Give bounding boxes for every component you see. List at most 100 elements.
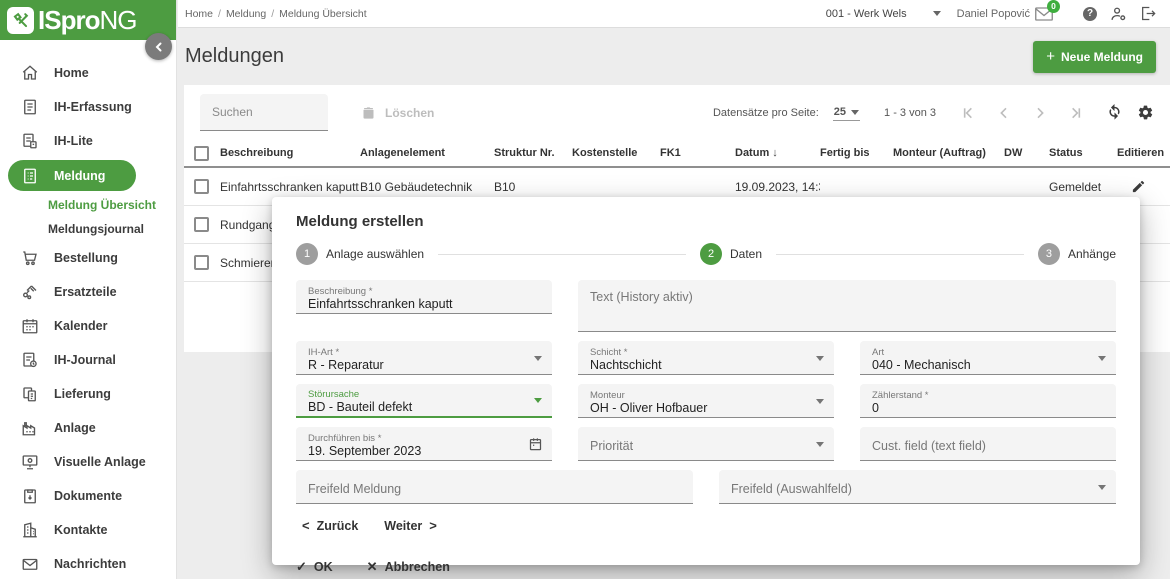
sidebar-item-lieferung[interactable]: Lieferung [0,377,176,411]
sidebar-item-anlage[interactable]: Anlage [0,411,176,445]
col-monteur[interactable]: Monteur (Auftrag) [893,147,1004,159]
sidebar-item-label: Kalender [54,319,108,333]
row-checkbox[interactable] [194,255,209,270]
row-checkbox[interactable] [194,217,209,232]
plant-selector[interactable]: 001 - Werk Wels [826,8,941,20]
monteur-select[interactable]: Monteur OH - Oliver Hofbauer [578,384,834,418]
table-header-row: Beschreibung Anlagenelement Struktur Nr.… [184,140,1170,168]
chevron-down-icon [534,398,542,403]
row-checkbox[interactable] [194,179,209,194]
first-page-icon[interactable] [960,105,976,121]
schicht-select[interactable]: Schicht * Nachtschicht [578,341,834,375]
next-page-icon[interactable] [1032,105,1048,121]
col-struktur-nr[interactable]: Struktur Nr. [494,147,572,159]
sidebar: ISproNG Home IH-Erfassung IH-Lite Meldun… [0,0,177,579]
user-menu[interactable]: Daniel Popović 0 [956,0,1060,21]
ih-art-select[interactable]: IH-Art * R - Reparatur [296,341,552,375]
delete-button[interactable]: Löschen [361,105,434,121]
sidebar-subitem-meldung-uebersicht[interactable]: Meldung Übersicht [0,193,176,217]
beschreibung-field[interactable]: Beschreibung * Einfahrtsschranken kaputt [296,280,552,314]
select-all-checkbox[interactable] [194,145,209,161]
breadcrumb-meldung[interactable]: Meldung [226,8,266,20]
freifeld-meldung-input[interactable]: Freifeld Meldung [296,470,693,504]
text-history-field[interactable]: Text (History aktiv) [578,280,1116,332]
cust-field-input[interactable]: Cust. field (text field) [860,427,1116,461]
sidebar-item-home[interactable]: Home [0,56,176,90]
tools-logo-icon [7,6,34,34]
chevron-down-icon [816,355,824,361]
sidebar-item-label: Nachrichten [54,557,127,571]
breadcrumb-home[interactable]: Home [185,8,213,20]
cart-icon [23,251,37,266]
sidebar-item-ih-lite[interactable]: IH-Lite [0,124,176,158]
step-anlage-auswaehlen[interactable]: 1 Anlage auswählen [296,243,424,265]
new-meldung-button[interactable]: + Neue Meldung [1033,40,1156,73]
logout-icon[interactable] [1140,6,1156,21]
step-label: Anlage auswählen [326,247,425,261]
calendar-icon[interactable] [528,436,543,452]
sidebar-item-label: Kontakte [54,523,108,537]
report-icon [24,168,36,183]
chevron-right-icon: > [429,518,437,533]
col-fertig-bis[interactable]: Fertig bis [820,147,893,159]
close-icon: ✕ [366,559,378,574]
user-name: Daniel Popović [956,7,1030,20]
edit-pencil-icon[interactable] [1131,179,1146,194]
freifeld-auswahlfeld-select[interactable]: Freifeld (Auswahlfeld) [719,470,1116,504]
breadcrumb-current: Meldung Übersicht [279,7,367,20]
col-status[interactable]: Status [1049,147,1117,159]
page-title: Meldungen [185,45,284,67]
step-daten[interactable]: 2 Daten [700,243,762,265]
next-button[interactable]: Weiter > [384,518,437,533]
sidebar-item-nachrichten[interactable]: Nachrichten [0,547,176,579]
cell-beschreibung: Einfahrtsschranken kaputt [220,179,359,194]
col-fk1[interactable]: FK1 [660,147,735,159]
back-button[interactable]: < Zurück [302,518,358,533]
cancel-button[interactable]: ✕ Abbrechen [367,559,450,575]
sidebar-item-label: Lieferung [54,387,111,401]
sidebar-item-meldung[interactable]: Meldung [8,160,136,191]
sidebar-subitem-meldungsjournal[interactable]: Meldungsjournal [0,217,176,241]
prev-page-icon[interactable] [996,105,1012,121]
app-logo[interactable]: ISproNG [0,0,176,40]
col-kostenstelle[interactable]: Kostenstelle [572,147,660,159]
sidebar-item-kalender[interactable]: Kalender [0,309,176,343]
sidebar-item-bestellung[interactable]: Bestellung [0,241,176,275]
col-datum[interactable]: Datum ↓ [735,147,820,159]
refresh-icon[interactable] [1106,104,1123,121]
sidebar-item-dokumente[interactable]: Dokumente [0,479,176,513]
col-anlagenelement[interactable]: Anlagenelement [360,147,494,159]
sidebar-collapse-button[interactable] [145,33,172,60]
sidebar-item-ih-journal[interactable]: IH-Journal [0,343,176,377]
col-editieren: Editieren [1117,147,1165,159]
sidebar-nav: Home IH-Erfassung IH-Lite Meldung Meldun… [0,40,176,579]
page-size-value: 25 [833,106,847,118]
gear-icon[interactable] [1137,104,1154,121]
chevron-left-icon [155,42,161,51]
sidebar-item-kontakte[interactable]: Kontakte [0,513,176,547]
stepper: 1 Anlage auswählen 2 Daten 3 Anhänge [296,243,1116,265]
stoerursache-select[interactable]: Störursache BD - Bauteil defekt [296,384,552,418]
help-icon[interactable]: ? [1083,6,1097,21]
sidebar-item-visuelle-anlage[interactable]: Visuelle Anlage [0,445,176,479]
durchfuehren-bis-datepicker[interactable]: Durchführen bis * 19. September 2023 [296,427,552,461]
meldung-erstellen-dialog: Meldung erstellen 1 Anlage auswählen 2 D… [272,197,1140,574]
ok-button[interactable]: ✓ OK [296,559,333,575]
col-beschreibung[interactable]: Beschreibung [220,147,360,159]
sidebar-item-ih-erfassung[interactable]: IH-Erfassung [0,90,176,124]
user-settings-icon[interactable] [1110,6,1127,21]
search-input[interactable] [200,94,328,131]
chevron-down-icon [1098,484,1106,490]
last-page-icon[interactable] [1068,105,1084,121]
dialog-title: Meldung erstellen [296,213,424,230]
prioritaet-select[interactable]: Priorität [578,427,834,461]
art-select[interactable]: Art 040 - Mechanisch [860,341,1116,375]
col-dw[interactable]: DW [1004,147,1049,159]
sidebar-item-ersatzteile[interactable]: Ersatzteile [0,275,176,309]
home-icon [22,65,38,80]
page-size-select[interactable]: 25 [832,104,861,121]
sidebar-item-label: Visuelle Anlage [54,455,146,469]
sidebar-item-label: Anlage [54,421,96,435]
zaehlerstand-field[interactable]: Zählerstand * 0 [860,384,1116,418]
step-anhaenge[interactable]: 3 Anhänge [1037,243,1116,265]
